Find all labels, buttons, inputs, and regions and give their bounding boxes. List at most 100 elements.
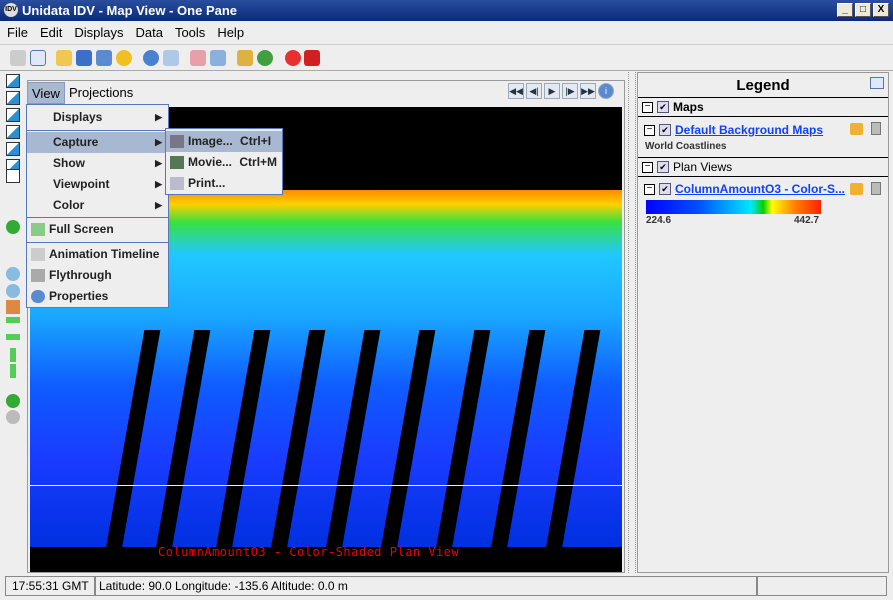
dashboard-icon[interactable] [10,50,26,66]
menu-item-flythrough[interactable]: Flythrough [27,265,168,286]
menu-item-show[interactable]: Show ▶ [27,153,168,174]
menu-tools[interactable]: Tools [175,25,205,40]
menu-item-label: Image... [188,134,233,148]
step-forward-button[interactable]: |▶ [562,83,578,99]
title-bar: IDV Unidata IDV - Map View - One Pane _ … [0,0,893,21]
open-folder-icon[interactable] [56,50,72,66]
collapse-toggle[interactable]: − [644,183,655,195]
menu-item-full-screen[interactable]: Full Screen [27,219,168,240]
toolbar [0,44,893,71]
pan-down-icon[interactable] [10,364,16,378]
home-icon[interactable] [6,300,20,314]
zoom-in-icon[interactable] [6,267,20,281]
close-button[interactable]: X [873,3,889,17]
world-coastlines-label: World Coastlines [645,141,727,152]
collapse-toggle[interactable]: − [642,101,653,113]
plan-views-checkbox[interactable]: ✔ [657,161,669,173]
cancel-icon[interactable] [304,50,320,66]
save-icon[interactable] [76,50,92,66]
eraser-icon[interactable] [190,50,206,66]
help-icon[interactable] [143,50,159,66]
redo-icon[interactable] [6,410,20,424]
collapse-toggle[interactable]: − [644,124,655,136]
menu-item-print[interactable]: Print... [166,173,282,194]
go-last-button[interactable]: ▶▶ [580,83,596,99]
favorite-star-icon[interactable] [116,50,132,66]
data-gap [105,330,161,550]
color-scale-min: 224.6 [646,215,672,226]
submenu-arrow-icon: ▶ [155,112,162,122]
undo-icon[interactable] [6,394,20,408]
idv-logo-icon: IDV [4,3,18,17]
view-dropdown-menu: Displays ▶ Capture ▶ Show ▶ Viewpoint ▶ Colo… [26,104,169,308]
ozone-display-checkbox[interactable]: ✔ [659,183,671,195]
view-south-icon[interactable] [6,142,20,156]
step-back-button[interactable]: ◀| [526,83,542,99]
menu-item-color[interactable]: Color ▶ [27,195,168,216]
menu-file[interactable]: File [7,25,28,40]
menu-edit[interactable]: Edit [40,25,62,40]
pencil-icon[interactable] [237,50,253,66]
menu-item-label: Displays [53,110,103,124]
menu-item-animation-timeline[interactable]: Animation Timeline [27,244,168,265]
view-bottom-icon[interactable] [6,91,20,105]
email-icon[interactable] [163,50,179,66]
menu-data[interactable]: Data [135,25,162,40]
trash-icon[interactable] [871,182,881,195]
menu-item-label: Animation Timeline [49,247,160,261]
ozone-display-entry: − ✔ ColumnAmountO3 - Color-S... 224.6 44… [638,176,888,228]
maps-header: Maps [673,100,704,114]
data-gap [215,330,271,550]
scissors-icon[interactable] [210,50,226,66]
maps-display-checkbox[interactable]: ✔ [659,124,671,136]
pane-splitter[interactable] [628,72,636,573]
menu-item-properties[interactable]: Properties [27,286,168,307]
submenu-arrow-icon: ▶ [155,137,162,147]
go-first-button[interactable]: ◀◀ [508,83,524,99]
default-maps-entry: − ✔ Default Background Maps World Coastl… [638,116,888,157]
trash-icon[interactable] [871,122,881,135]
float-legend-icon[interactable] [870,77,884,89]
menu-help[interactable]: Help [217,25,244,40]
menu-item-viewpoint[interactable]: Viewpoint ▶ [27,174,168,195]
airplane-icon [31,269,45,282]
menu-displays[interactable]: Displays [74,25,123,40]
pan-up-icon[interactable] [10,348,16,362]
menu-projections[interactable]: Projections [65,82,137,104]
data-gap [155,330,211,550]
maps-visibility-checkbox[interactable]: ✔ [657,101,669,113]
play-button[interactable]: ▶ [544,83,560,99]
view-top-icon[interactable] [6,74,20,88]
time-readout: 17:55:31 GMT [5,576,95,596]
reset-icon[interactable] [6,220,20,234]
menu-item-capture-movie[interactable]: Movie... Ctrl+M [166,152,282,173]
lock-icon[interactable] [850,123,863,135]
bounding-box-icon[interactable] [6,169,20,183]
default-maps-link[interactable]: Default Background Maps [675,123,823,137]
menu-view[interactable]: View [27,82,65,104]
pan-right-icon[interactable] [6,334,20,340]
stop-icon[interactable] [285,50,301,66]
submenu-arrow-icon: ▶ [155,158,162,168]
view-north-icon[interactable] [6,108,20,122]
maximize-button[interactable]: □ [855,3,871,17]
plan-views-header: Plan Views [673,160,733,174]
view-east-icon[interactable] [6,125,20,139]
menu-item-displays[interactable]: Displays ▶ [27,107,168,128]
unlock-icon[interactable] [850,183,863,195]
animation-info-button[interactable]: i [598,83,614,99]
menu-separator [27,217,168,218]
data-gap [325,330,381,550]
display-label: ColumnAmountO3 - Color-Shaded Plan View [158,545,460,559]
save-as-icon[interactable] [96,50,112,66]
globe-icon[interactable] [257,50,273,66]
new-window-icon[interactable] [30,50,46,66]
menu-item-capture[interactable]: Capture ▶ [27,132,168,153]
minimize-button[interactable]: _ [837,3,853,17]
menu-item-label: Show [53,156,85,170]
menu-item-capture-image[interactable]: Image... Ctrl+I [166,131,282,152]
collapse-toggle[interactable]: − [642,161,653,173]
ozone-display-link[interactable]: ColumnAmountO3 - Color-S... [675,182,845,196]
zoom-out-icon[interactable] [6,284,20,298]
pan-left-icon[interactable] [6,317,20,323]
